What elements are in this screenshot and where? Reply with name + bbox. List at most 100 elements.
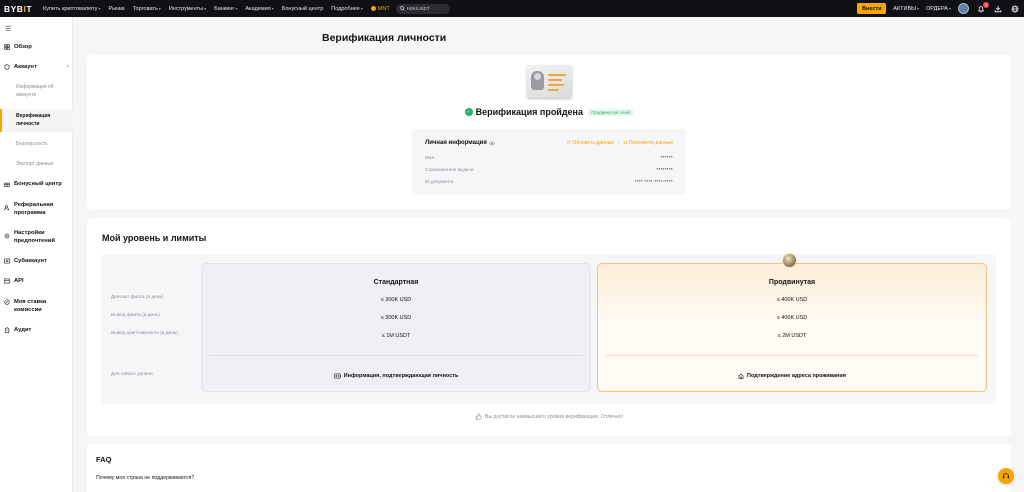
id-card-icon xyxy=(333,373,341,379)
verification-status: ✓ Верификация пройдена Продвинутая Level xyxy=(87,107,1011,117)
gift-icon xyxy=(4,182,10,187)
audit-icon xyxy=(4,327,10,333)
personal-info-title-text: Личная информация xyxy=(425,140,487,146)
sidebar-item-label: API xyxy=(14,278,24,284)
advanced-medal-icon xyxy=(782,253,797,268)
faq-card: FAQ Почему моя страна не поддерживается? xyxy=(87,444,1011,492)
page-title: Верификация личности xyxy=(322,32,447,44)
fee-rate-icon xyxy=(4,299,10,305)
info-row-value: ******** xyxy=(656,166,673,172)
nav-mnt[interactable]: MNT xyxy=(370,5,390,12)
download-button[interactable] xyxy=(993,4,1003,14)
nav-markets[interactable]: Рынки xyxy=(108,6,124,12)
search-icon xyxy=(399,6,405,11)
search-input[interactable]: HSK/USDT xyxy=(395,3,450,14)
sidebar-item-bonus-center[interactable]: Бонусный центр xyxy=(0,181,66,187)
top-right-controls: Внести АКТИВЫ ▾ ОРДЕРА ▾ 3 xyxy=(857,1,1020,14)
update-data-link[interactable]: ⟳ Обновить данные xyxy=(567,140,614,146)
max-level-message: Вы достигли наивысшего уровня верификаци… xyxy=(87,413,1011,420)
orders-menu[interactable]: ОРДЕРА ▾ xyxy=(926,6,951,12)
verified-text: Верификация пройдена xyxy=(475,107,584,117)
sidebar-subitem-security[interactable]: Безопасность xyxy=(0,140,73,148)
sidebar-item-label: Аккаунт xyxy=(14,64,37,70)
tier-fiat-withdrawal-value: ≤ 300K USD xyxy=(380,315,412,321)
tier-standard: Стандартная ≤ 300K USD ≤ 300K USD ≤ 1M U… xyxy=(201,263,591,392)
nav-label: Подробнее xyxy=(331,5,360,12)
assets-menu[interactable]: АКТИВЫ ▾ xyxy=(893,6,919,12)
id-line xyxy=(548,89,559,91)
nav-banking[interactable]: Банкинг ▾ xyxy=(214,6,237,12)
sidebar-item-label: Обзор xyxy=(14,44,32,50)
tier-crypto-withdrawal-value: ≤ 2M USDT xyxy=(777,333,807,339)
nav-label: Банкинг xyxy=(214,5,235,12)
nav-label: Рынки xyxy=(108,5,125,12)
sidebar-item-label: Аудит xyxy=(14,327,32,333)
nav-tools[interactable]: Инструменты ▾ xyxy=(169,6,206,12)
notification-button[interactable]: 3 xyxy=(976,1,989,14)
divider xyxy=(210,355,582,356)
sidebar-subitem-data-export[interactable]: Экспорт данных xyxy=(0,160,73,168)
sidebar-item-referral[interactable]: Реферальная программа xyxy=(0,201,73,217)
nav-buy-crypto[interactable]: Купить криптовалюту ▾ xyxy=(43,6,100,12)
tier-requirement: Информация, подтверждающая личность xyxy=(202,373,590,379)
tier-crypto-withdrawal-value: ≤ 1M USDT xyxy=(381,333,411,339)
bybit-logo[interactable]: BYB I T xyxy=(4,4,32,14)
info-row-name: Имя ****** xyxy=(425,151,673,163)
chevron-down-icon: ▾ xyxy=(917,6,920,11)
nav-more[interactable]: Подробнее ▾ xyxy=(331,6,363,12)
shield-icon xyxy=(4,64,10,70)
limits-comparison: Депозит фиата (в день) Вывод фиата (в де… xyxy=(101,253,996,404)
notification-badge: 3 xyxy=(983,1,989,8)
chevron-up-icon: ˄ xyxy=(66,64,69,70)
sidebar-item-label: Бонусный центр xyxy=(14,181,62,187)
info-row-value: ****** xyxy=(660,154,673,160)
sidebar-item-preferences[interactable]: Настройки предпочтений xyxy=(0,229,73,245)
logo-text-main: BYB xyxy=(4,3,24,14)
transfer-data-link[interactable]: ⇄ Перенести данные xyxy=(623,140,673,146)
sidebar: ☰ Обзор Аккаунт ˄ Информация об аккаунте… xyxy=(0,17,73,492)
sidebar-item-account[interactable]: Аккаунт ˄ xyxy=(0,64,73,70)
tier-fiat-withdrawal-value: ≤ 400K USD xyxy=(776,315,808,321)
personal-info-actions: ⟳ Обновить данные | ⇄ Перенести данные xyxy=(567,140,673,146)
sidebar-item-overview[interactable]: Обзор xyxy=(0,44,36,50)
tier-fiat-deposit-value: ≤ 300K USD xyxy=(380,297,412,303)
deposit-button[interactable]: Внести xyxy=(857,3,887,14)
id-line xyxy=(548,84,564,86)
avatar[interactable] xyxy=(958,3,969,14)
sidebar-item-audit[interactable]: Аудит xyxy=(0,327,35,333)
sidebar-item-label: Субаккаунт xyxy=(14,258,47,264)
id-line xyxy=(548,79,562,81)
language-button[interactable] xyxy=(1010,4,1020,14)
personal-info-panel: Личная информация ⟳ Обновить данные | ⇄ … xyxy=(412,129,686,195)
eye-icon[interactable] xyxy=(489,141,495,146)
sidebar-collapse-button[interactable]: ☰ xyxy=(0,25,72,38)
mnt-label: MNT xyxy=(377,5,390,12)
chevron-down-icon: ▾ xyxy=(948,6,951,11)
support-chat-button[interactable] xyxy=(998,468,1014,484)
sidebar-item-fee-rate[interactable]: Моя ставка комиссии xyxy=(0,298,73,314)
nav-label: Академия xyxy=(245,5,271,12)
tier-requirement-text: Подтверждение адреса проживания xyxy=(747,373,846,379)
sidebar-item-api[interactable]: API xyxy=(0,278,28,284)
home-icon xyxy=(738,373,744,379)
nav-academy[interactable]: Академия ▾ xyxy=(245,6,273,12)
nav-label: Купить криптовалюту xyxy=(43,5,98,12)
api-icon xyxy=(4,278,10,284)
verification-status-card: ✓ Верификация пройдена Продвинутая Level… xyxy=(87,55,1011,209)
assets-label: АКТИВЫ xyxy=(893,5,917,12)
tier-advanced: Продвинутая ≤ 400K USD ≤ 400K USD ≤ 2M U… xyxy=(597,253,987,392)
faq-question[interactable]: Почему моя страна не поддерживается? xyxy=(96,475,194,481)
tier-fiat-deposit-value: ≤ 400K USD xyxy=(776,297,808,303)
info-row-label: Имя xyxy=(425,154,434,160)
sidebar-subitem-identity-verification[interactable]: Верификация личности xyxy=(0,109,73,132)
transfer-icon: ⇄ xyxy=(623,140,628,146)
id-line xyxy=(548,74,566,76)
sidebar-subitem-account-info[interactable]: Информация об аккаунте xyxy=(0,83,73,99)
sidebar-item-subaccount[interactable]: Субаккаунт xyxy=(0,258,51,264)
orders-label: ОРДЕРА xyxy=(926,5,948,12)
max-level-text: Вы достигли наивысшего уровня верификаци… xyxy=(484,413,624,420)
nav-trade[interactable]: Торговать ▾ xyxy=(133,6,161,12)
chevron-down-icon: ▾ xyxy=(235,6,238,11)
id-photo-icon xyxy=(531,71,544,90)
nav-bonus-center[interactable]: Бонусный центр xyxy=(282,6,324,12)
